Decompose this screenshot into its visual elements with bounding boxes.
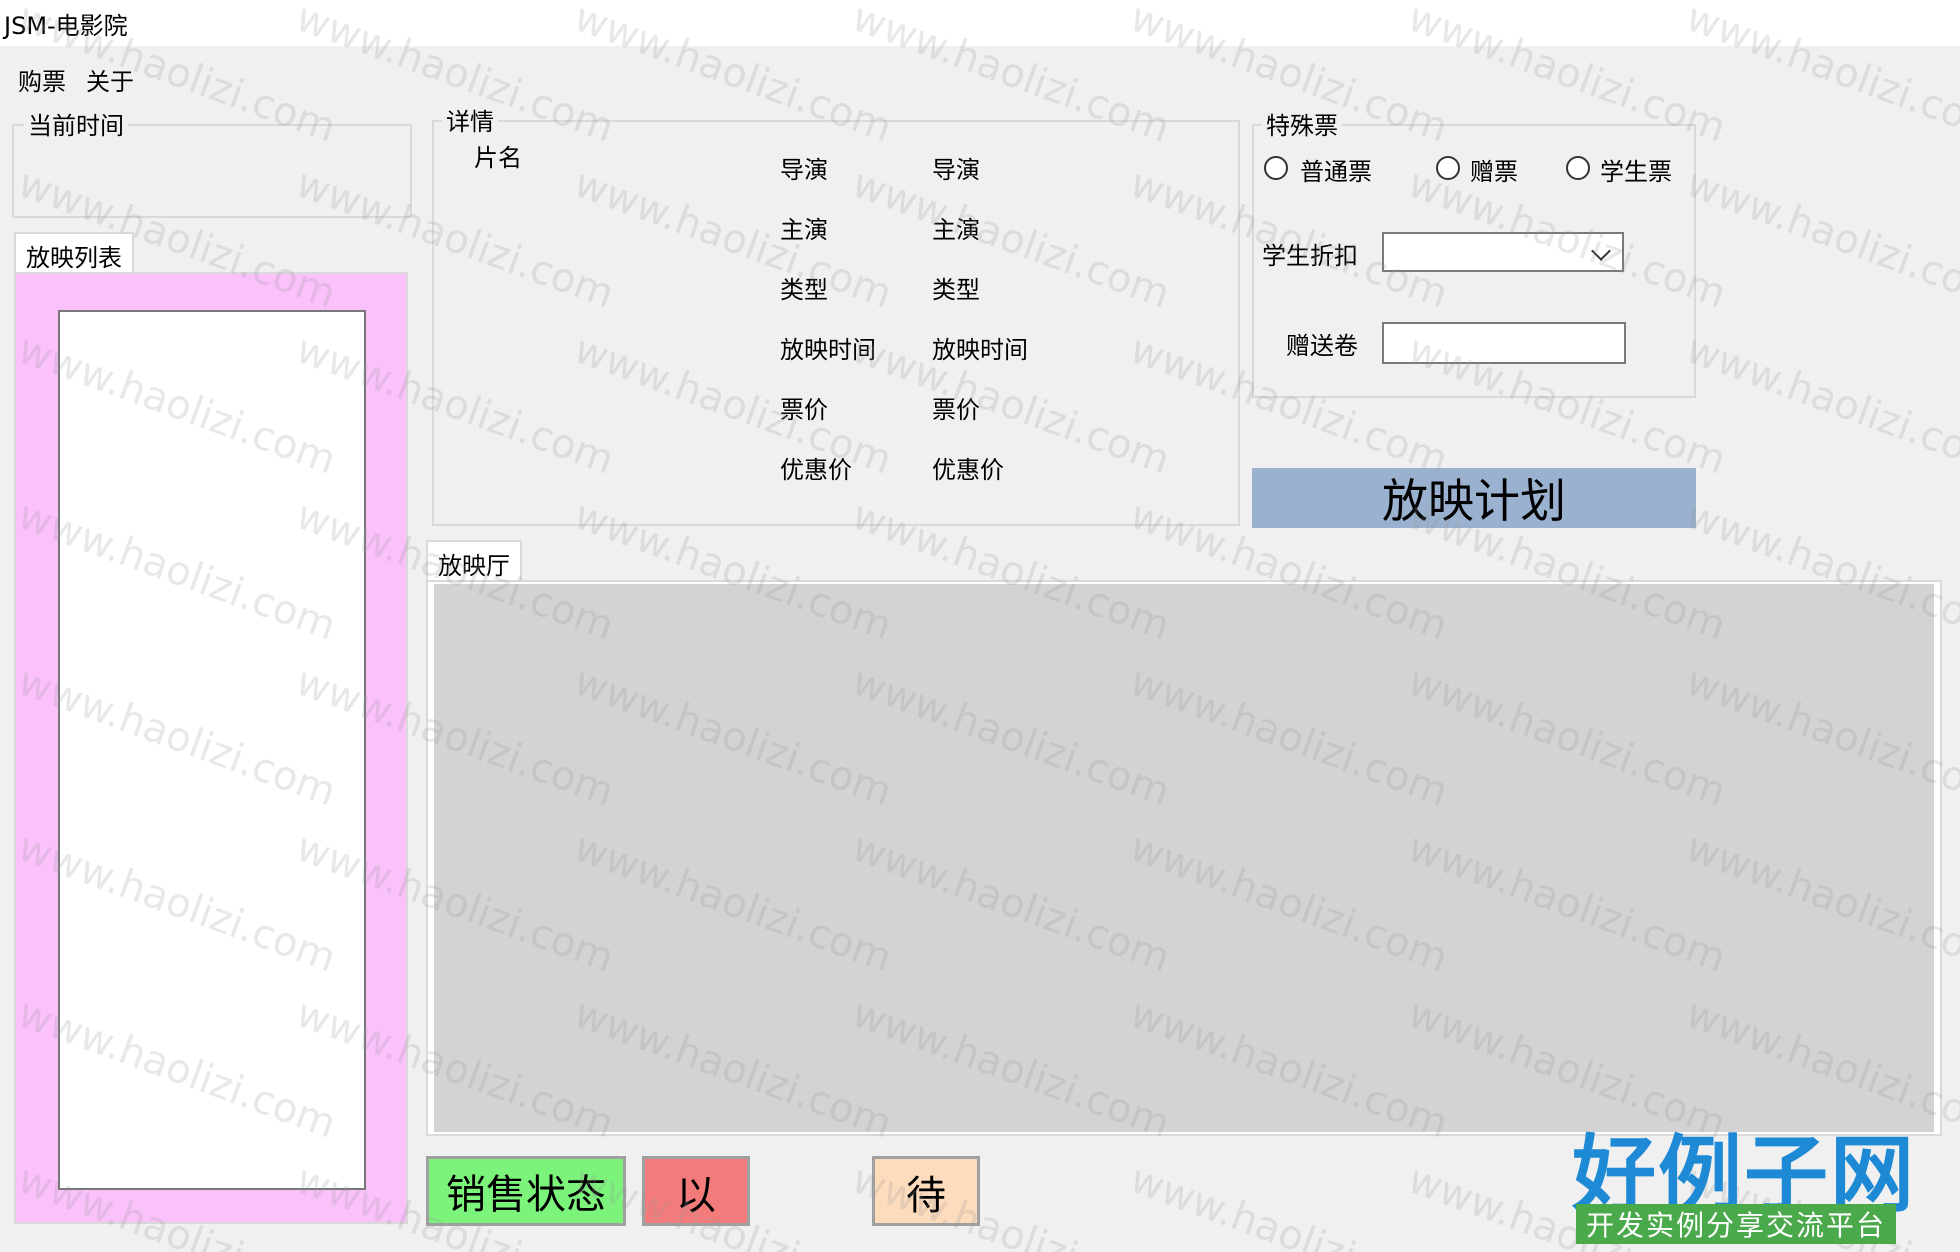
tab-screening-list[interactable]: 放映列表 <box>14 232 134 272</box>
menu-item-about[interactable]: 关于 <box>82 60 138 99</box>
director-label: 导演 <box>780 156 828 184</box>
chevron-down-icon <box>1591 241 1611 261</box>
regular-ticket-label[interactable]: 普通票 <box>1300 152 1372 187</box>
price-value: 票价 <box>932 396 980 424</box>
student-ticket-label[interactable]: 学生票 <box>1600 152 1672 187</box>
director-value: 导演 <box>932 156 980 184</box>
student-ticket-radio[interactable] <box>1566 156 1590 180</box>
cast-label: 主演 <box>780 216 828 244</box>
details-group-label: 详情 <box>442 102 498 137</box>
sale-status-button[interactable]: 销售状态 <box>426 1156 626 1226</box>
seat-map-area[interactable] <box>434 584 1934 1132</box>
sold-legend-button[interactable]: 以 <box>642 1156 750 1226</box>
menu-item-buy-ticket[interactable]: 购票 <box>14 60 70 99</box>
schedule-button[interactable]: 放映计划 <box>1252 468 1696 528</box>
menu-bar <box>0 52 1960 100</box>
tab-screening-hall[interactable]: 放映厅 <box>426 540 522 582</box>
window-title: JSM-电影院 <box>4 12 128 40</box>
movie-title-label: 片名 <box>474 144 522 172</box>
price-label: 票价 <box>780 396 828 424</box>
cast-value: 主演 <box>932 216 980 244</box>
title-bar <box>0 0 1960 46</box>
student-discount-combo[interactable] <box>1382 232 1624 272</box>
discount-price-label: 优惠价 <box>780 456 852 484</box>
gift-ticket-radio[interactable] <box>1436 156 1460 180</box>
screening-listbox[interactable] <box>58 310 366 1190</box>
gift-voucher-label: 赠送卷 <box>1286 332 1358 360</box>
watermark-text: www.haolizi.com <box>1680 160 1960 318</box>
pending-legend-button[interactable]: 待 <box>872 1156 980 1226</box>
special-ticket-group-label: 特殊票 <box>1262 106 1342 141</box>
genre-label: 类型 <box>780 276 828 304</box>
watermark-text: www.haolizi.com <box>1680 326 1960 484</box>
gift-voucher-input[interactable] <box>1382 322 1626 364</box>
regular-ticket-radio[interactable] <box>1264 156 1288 180</box>
screening-list-panel <box>14 272 408 1224</box>
student-discount-label: 学生折扣 <box>1262 242 1358 270</box>
site-logo-subtitle: 开发实例分享交流平台 <box>1576 1204 1896 1244</box>
genre-value: 类型 <box>932 276 980 304</box>
screening-hall-panel <box>426 580 1942 1136</box>
discount-price-value: 优惠价 <box>932 456 1004 484</box>
watermark-text: www.haolizi.com <box>1124 1156 1454 1252</box>
current-time-label: 当前时间 <box>24 106 128 141</box>
showtime-value: 放映时间 <box>932 336 1028 364</box>
showtime-label: 放映时间 <box>780 336 876 364</box>
gift-ticket-label[interactable]: 赠票 <box>1470 152 1518 187</box>
